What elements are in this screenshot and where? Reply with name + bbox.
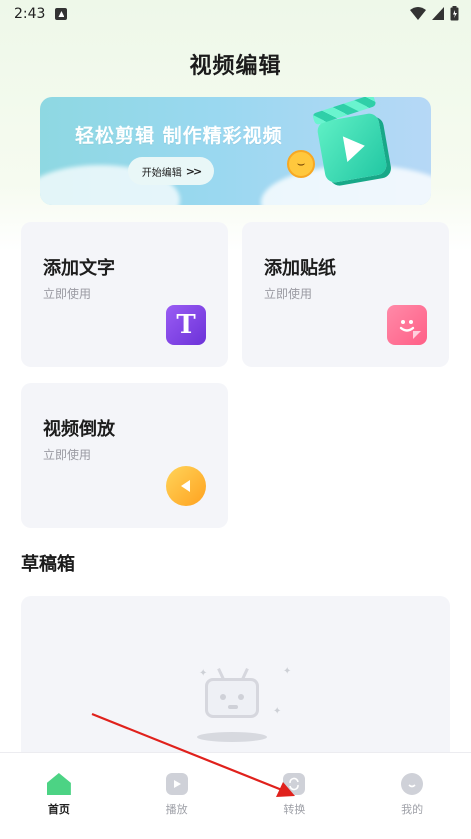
battery-icon: [450, 6, 459, 21]
status-time: 2:43: [14, 6, 46, 22]
add-sticker-card[interactable]: 添加贴纸 立即使用: [242, 222, 449, 367]
text-T-icon: T: [166, 305, 206, 345]
card-subtitle: 立即使用: [43, 448, 92, 462]
bottom-nav: 首页 播放 转换 我的: [0, 752, 471, 839]
laughing-emoji-icon: ⌣: [287, 150, 315, 178]
illustration-shadow: [197, 732, 267, 742]
start-editing-button[interactable]: 开始编辑 >>: [128, 157, 214, 185]
start-editing-label: 开始编辑: [141, 167, 182, 179]
card-subtitle: 立即使用: [264, 287, 313, 301]
sparkle-icon: ✦: [199, 668, 208, 679]
home-icon: [46, 773, 71, 795]
card-subtitle: 立即使用: [43, 287, 92, 301]
nav-label: 转换: [283, 803, 306, 816]
card-title: 视频倒放: [43, 419, 115, 440]
convert-icon: [283, 773, 306, 795]
drafts-empty-panel: ✦ ✦ ✦: [21, 596, 450, 756]
video-clapper-icon: [311, 97, 388, 184]
wifi-icon: [410, 6, 426, 20]
promo-banner[interactable]: 轻松剪辑 制作精彩视频 开始编辑 >> ⌣: [40, 97, 431, 205]
reverse-video-card[interactable]: 视频倒放 立即使用: [21, 383, 228, 528]
add-text-card[interactable]: 添加文字 立即使用 T: [21, 222, 228, 367]
sparkle-icon: ✦: [273, 706, 282, 717]
card-title: 添加文字: [43, 258, 115, 279]
nav-item-play[interactable]: 播放: [137, 773, 217, 839]
reverse-play-icon: [166, 466, 206, 506]
sparkle-icon: ✦: [283, 666, 292, 677]
banner-headline: 轻松剪辑 制作精彩视频: [75, 125, 283, 147]
nav-item-profile[interactable]: 我的: [372, 773, 452, 839]
nav-item-convert[interactable]: 转换: [254, 773, 334, 839]
nav-label: 播放: [165, 803, 188, 816]
empty-tv-illustration: [205, 678, 259, 718]
play-icon: [165, 773, 188, 795]
signal-icon: [432, 6, 444, 20]
notification-icon: [55, 8, 68, 20]
status-icons: [410, 6, 459, 21]
double-chevron-right-icon: >>: [185, 164, 203, 178]
nav-label: 首页: [47, 803, 70, 816]
nav-label: 我的: [401, 803, 424, 816]
status-bar: 2:43: [0, 0, 471, 28]
nav-item-home[interactable]: 首页: [19, 773, 99, 839]
profile-icon: [401, 773, 424, 795]
card-title: 添加贴纸: [264, 258, 336, 279]
drafts-title: 草稿箱: [21, 554, 75, 575]
page-title: 视频编辑: [189, 54, 282, 79]
sticker-smile-icon: [387, 305, 427, 345]
